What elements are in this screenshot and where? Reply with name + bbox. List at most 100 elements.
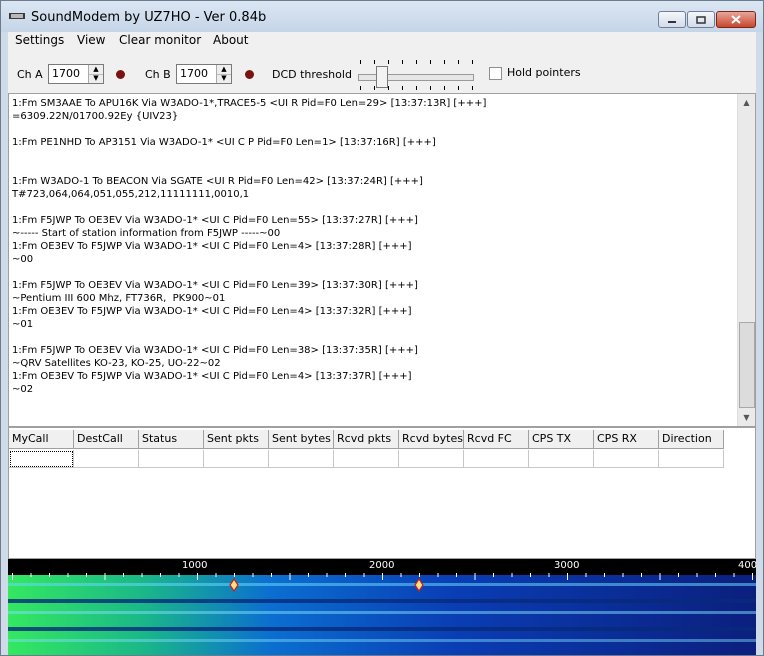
waterfall-tick (234, 573, 235, 577)
grid-cell[interactable] (74, 450, 139, 468)
column-header-cps-tx[interactable]: CPS TX (529, 430, 594, 449)
waterfall-tick (493, 573, 494, 577)
scale-label-3000: 3000 (554, 560, 580, 571)
column-header-cps-rx[interactable]: CPS RX (594, 430, 659, 449)
grid-cell[interactable] (204, 450, 269, 468)
monitor-line (12, 266, 732, 279)
monitor-line (12, 331, 732, 344)
waterfall-tick (160, 573, 161, 577)
grid-cell[interactable] (659, 450, 724, 468)
slider-thumb[interactable] (376, 66, 388, 88)
waterfall-tick (659, 573, 661, 580)
app-icon (9, 13, 25, 19)
scroll-thumb[interactable] (739, 322, 755, 408)
cha-frequency-value[interactable]: 1700 (52, 67, 80, 80)
column-header-rcvd-pkts[interactable]: Rcvd pkts (334, 430, 399, 449)
dcd-threshold-slider[interactable] (356, 57, 476, 91)
waterfall-tick (67, 573, 69, 577)
menu-clear-monitor[interactable]: Clear monitor (119, 33, 201, 47)
hold-pointers-checkbox[interactable] (489, 67, 502, 80)
waterfall-tick (197, 573, 198, 580)
column-header-direction[interactable]: Direction (659, 430, 724, 449)
monitor-line: 1:Fm OE3EV To F5JWP Via W3ADO-1* <UI C P… (12, 306, 412, 317)
chb-status-led (245, 70, 254, 79)
column-header-rcvd-fc[interactable]: Rcvd FC (464, 430, 529, 449)
waterfall-tick (104, 573, 106, 580)
waterfall-tick (752, 573, 753, 580)
close-icon (731, 15, 741, 24)
chb-label: Ch B (145, 68, 171, 81)
monitor-panel[interactable]: 1:Fm SM3AAE To APU16K Via W3ADO-1*,TRACE… (8, 93, 756, 427)
monitor-line: =6309.22N/01700.92Ey {UIV23} (12, 111, 179, 122)
column-header-sent-pkts[interactable]: Sent pkts (204, 430, 269, 449)
column-header-mycall[interactable]: MyCall (9, 430, 74, 449)
waterfall-tick (30, 573, 32, 577)
monitor-line (12, 201, 732, 214)
waterfall-tick (437, 573, 439, 577)
chb-frequency-value[interactable]: 1700 (180, 67, 208, 80)
monitor-line: T#723,064,064,051,055,212,11111111,0010,… (12, 189, 250, 200)
monitor-scrollbar[interactable]: ▲ ▼ (737, 94, 755, 426)
column-header-status[interactable]: Status (139, 430, 204, 449)
waterfall-tick (12, 573, 13, 580)
spin-down-icon[interactable]: ▼ (217, 74, 231, 83)
monitor-line: ~02 (12, 384, 34, 395)
grid-cell[interactable] (399, 450, 464, 468)
grid-cell[interactable] (594, 450, 659, 468)
minimize-icon (668, 20, 676, 23)
waterfall-spectrum (8, 573, 756, 655)
monitor-line: 1:Fm SM3AAE To APU16K Via W3ADO-1*,TRACE… (12, 98, 487, 109)
monitor-line: 1:Fm F5JWP To OE3EV Via W3ADO-1* <UI C P… (12, 215, 418, 226)
monitor-line: 1:Fm F5JWP To OE3EV Via W3ADO-1* <UI C P… (12, 280, 418, 291)
close-button[interactable] (716, 11, 756, 28)
menu-settings[interactable]: Settings (15, 33, 64, 47)
waterfall-tick (326, 573, 328, 577)
waterfall-tick (622, 573, 624, 577)
scale-label-2000: 2000 (369, 560, 395, 571)
connections-grid[interactable]: MyCall DestCall Status Sent pkts Sent bytes R… (8, 427, 756, 559)
monitor-line (12, 149, 732, 162)
title-bar[interactable]: SoundModem by UZ7HO - Ver 0.84b (1, 1, 763, 32)
waterfall-tick (456, 573, 457, 577)
monitor-line: 1:Fm OE3EV To F5JWP Via W3ADO-1* <UI C P… (12, 371, 412, 382)
chb-spin-buttons[interactable]: ▲ ▼ (216, 65, 231, 83)
column-header-sent-bytes[interactable]: Sent bytes (269, 430, 334, 449)
waterfall-tick (215, 573, 217, 577)
scroll-down-icon[interactable]: ▼ (738, 409, 755, 426)
grid-cell[interactable] (334, 450, 399, 468)
waterfall-tick (604, 573, 605, 577)
minimize-button[interactable] (658, 11, 686, 28)
waterfall-tick (548, 573, 550, 577)
waterfall-tick (641, 573, 642, 577)
grid-cell[interactable] (269, 450, 334, 468)
scale-label-4000: 400 (738, 560, 756, 571)
cha-frequency-spinner[interactable]: 1700 ▲ ▼ (48, 64, 104, 84)
monitor-line: 1:Fm PE1NHD To AP3151 Via W3ADO-1* <UI C… (12, 137, 436, 148)
monitor-line: ~01 (12, 319, 34, 330)
monitor-line: 1:Fm F5JWP To OE3EV Via W3ADO-1* <UI C P… (12, 345, 418, 356)
scroll-up-icon[interactable]: ▲ (738, 94, 755, 111)
hold-pointers-label[interactable]: Hold pointers (507, 66, 581, 79)
grid-cell[interactable] (464, 450, 529, 468)
chb-frequency-spinner[interactable]: 1700 ▲ ▼ (176, 64, 232, 84)
waterfall-tick (511, 573, 513, 577)
cha-spin-buttons[interactable]: ▲ ▼ (88, 65, 103, 83)
grid-cell[interactable] (9, 450, 74, 468)
waterfall-display[interactable]: 1000 2000 3000 400 (8, 559, 756, 655)
column-header-rcvd-bytes[interactable]: Rcvd bytes (399, 430, 464, 449)
grid-cell[interactable] (529, 450, 594, 468)
maximize-button[interactable] (687, 11, 715, 28)
spin-down-icon[interactable]: ▼ (89, 74, 103, 83)
menu-about[interactable]: About (213, 33, 248, 47)
grid-cell[interactable] (139, 450, 204, 468)
column-header-destcall[interactable]: DestCall (74, 430, 139, 449)
waterfall-tick (474, 573, 476, 580)
monitor-line: ~QRV Satellites KO-23, KO-25, UO-22~02 (12, 358, 221, 369)
monitor-line (12, 123, 732, 136)
menu-bar: Settings View Clear monitor About (8, 32, 756, 51)
monitor-line: ~Pentium III 600 Mhz, FT736R, PK900~01 (12, 293, 226, 304)
waterfall-tick (141, 573, 143, 577)
waterfall-tick (715, 573, 716, 577)
menu-view[interactable]: View (77, 33, 105, 47)
waterfall-tick (271, 573, 272, 577)
